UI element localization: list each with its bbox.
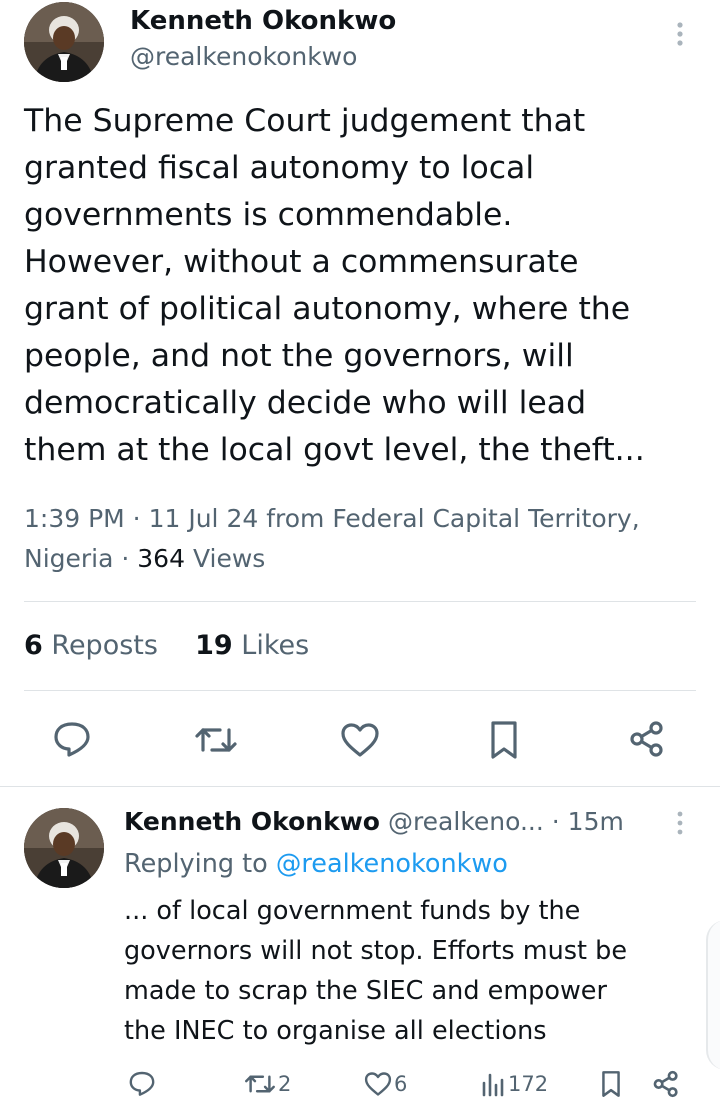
repost-button[interactable] bbox=[194, 722, 238, 758]
reply-text-line: the INEC to organise all elections bbox=[124, 1016, 547, 1046]
share-button[interactable] bbox=[628, 720, 666, 758]
reply-views-button[interactable]: 172 bbox=[480, 1071, 548, 1097]
reply-share-button[interactable] bbox=[652, 1070, 680, 1098]
views-count: 364 bbox=[137, 544, 185, 573]
reply-text: ... of local government funds by the gov… bbox=[124, 891, 704, 1051]
bookmark-icon bbox=[602, 1071, 620, 1097]
reply-text-line: governors will not stop. Efforts must be bbox=[124, 936, 628, 966]
author-handle[interactable]: @realkenokonkwo bbox=[130, 42, 357, 71]
likes-count: 19 bbox=[195, 630, 233, 661]
reply-bookmark-button[interactable] bbox=[600, 1070, 622, 1098]
tweet-meta: 1:39 PM · 11 Jul 24 from Federal Capital… bbox=[24, 499, 714, 579]
tweet-text: The Supreme Court judgement that granted… bbox=[24, 98, 704, 474]
reply-reply-button[interactable] bbox=[128, 1070, 156, 1097]
views-icon bbox=[482, 1073, 504, 1097]
share-icon bbox=[653, 1070, 678, 1098]
reposts-count: 6 bbox=[24, 630, 43, 661]
replying-to-label: Replying to bbox=[124, 849, 276, 879]
reply-like-count: 6 bbox=[394, 1072, 408, 1096]
tweet-text-line: The Supreme Court judgement that bbox=[24, 103, 586, 139]
tweet-text-line: granted fiscal autonomy to local bbox=[24, 150, 535, 186]
reply-text-line: made to scrap the SIEC and empower bbox=[124, 976, 607, 1006]
reply-repost-button[interactable]: 2 bbox=[244, 1071, 291, 1097]
like-icon bbox=[341, 723, 379, 757]
tweet-text-line: people, and not the governors, will bbox=[24, 338, 574, 374]
more-vertical-icon[interactable] bbox=[670, 20, 690, 48]
author-avatar[interactable] bbox=[24, 2, 104, 82]
location-end: Nigeria · bbox=[24, 544, 138, 573]
reply-author-name[interactable]: Kenneth Okonkwo bbox=[124, 807, 380, 836]
divider bbox=[24, 601, 696, 602]
location-views: Nigeria · 364 Views bbox=[24, 539, 714, 579]
reply-like-button[interactable]: 6 bbox=[364, 1071, 407, 1097]
reply-icon bbox=[129, 1071, 155, 1096]
author-name[interactable]: Kenneth Okonkwo bbox=[130, 6, 396, 36]
repost-icon bbox=[245, 1075, 275, 1093]
reply-text-line: ... of local government funds by the bbox=[124, 896, 581, 926]
tweet-text-line: However, without a commensurate bbox=[24, 244, 579, 280]
reposts-label: Reposts bbox=[51, 630, 158, 661]
likes-label: Likes bbox=[241, 630, 310, 661]
reply-button[interactable] bbox=[52, 720, 92, 758]
tweet-stats: 6 Reposts 19 Likes bbox=[24, 630, 309, 661]
section-divider bbox=[0, 786, 720, 787]
likes-stat[interactable]: 19 Likes bbox=[195, 630, 309, 661]
reply-views-count: 172 bbox=[508, 1072, 549, 1096]
tweet-text-line: grant of political autonomy, where the bbox=[24, 291, 631, 327]
reply-header: Kenneth Okonkwo @realkeno... · 15m bbox=[124, 804, 624, 840]
tweet-text-line: democratically decide who will lead bbox=[24, 385, 587, 421]
reply-time[interactable]: · 15m bbox=[552, 807, 624, 836]
views-label: Views bbox=[185, 544, 266, 573]
divider bbox=[24, 690, 696, 691]
tweet-text-line: them at the local govt level, the theft.… bbox=[24, 432, 645, 468]
replying-to: Replying to @realkenokonkwo bbox=[124, 846, 508, 882]
replying-to-handle[interactable]: @realkenokonkwo bbox=[276, 849, 508, 879]
reply-more-icon[interactable] bbox=[672, 810, 688, 836]
bookmark-icon bbox=[491, 721, 517, 759]
share-icon bbox=[630, 721, 663, 757]
tweet-text-line: governments is commendable. bbox=[24, 197, 513, 233]
reposts-stat[interactable]: 6 Reposts bbox=[24, 630, 158, 661]
floating-button-edge[interactable] bbox=[706, 920, 720, 1070]
timestamp-location[interactable]: 1:39 PM · 11 Jul 24 from Federal Capital… bbox=[24, 499, 714, 539]
reply-repost-count: 2 bbox=[278, 1072, 292, 1096]
reply-icon bbox=[54, 722, 90, 757]
reply-author-handle[interactable]: @realkeno... bbox=[388, 807, 544, 836]
like-icon bbox=[364, 1072, 392, 1096]
like-button[interactable] bbox=[340, 722, 380, 758]
repost-icon bbox=[195, 728, 237, 752]
bookmark-button[interactable] bbox=[488, 720, 520, 760]
reply-author-avatar[interactable] bbox=[24, 808, 104, 888]
